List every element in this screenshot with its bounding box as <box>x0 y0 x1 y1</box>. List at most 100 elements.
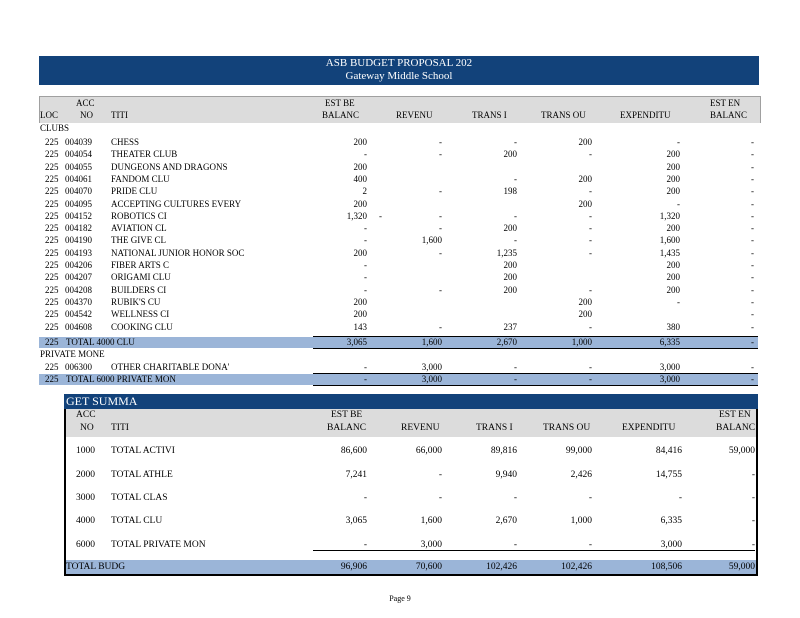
row-exp: 1,320 <box>659 210 680 221</box>
row-exp: 200 <box>666 186 681 197</box>
row-tout: 200 <box>578 198 593 209</box>
summary-total-rule <box>313 550 755 551</box>
row-end: - <box>751 272 754 283</box>
summary-total-tin: 102,426 <box>486 562 517 572</box>
header-est-beg-bottom: BALANC <box>322 110 360 120</box>
header-revenue: REVENU <box>396 110 433 120</box>
summary-header-est-end-bottom: BALANC <box>716 423 756 433</box>
summary-row-acct: 3000 <box>76 493 95 503</box>
row-loc: 225 <box>45 149 59 160</box>
row-exp: 3,000 <box>659 374 680 384</box>
summary-row-tin: - <box>513 493 517 503</box>
row-loc: 225 <box>45 173 59 184</box>
row-end: - <box>751 321 754 332</box>
summary-row-acct: 6000 <box>76 540 95 550</box>
row-title: THEATER CLUB <box>111 149 178 160</box>
row-exp: - <box>677 296 680 307</box>
row-tin: 200 <box>503 260 518 270</box>
row-acct: 004208 <box>65 284 92 295</box>
row-acct: 004190 <box>65 235 92 246</box>
row-acct: 004608 <box>65 321 92 332</box>
summary-row-beg: 7,241 <box>345 470 367 480</box>
row-title: BUILDERS CI <box>111 284 167 295</box>
row-rev: - <box>439 321 442 332</box>
row-acct: 004182 <box>65 223 92 234</box>
row-title: THE GIVE CL <box>111 235 166 246</box>
row-rev: 1,600 <box>421 337 442 347</box>
summary-row-acct: 2000 <box>76 470 95 480</box>
row-end: - <box>751 374 754 384</box>
row-loc: 225 <box>45 161 59 172</box>
row-end: - <box>751 173 754 184</box>
row-tout: - <box>589 247 592 258</box>
header-title: TITI <box>111 110 128 120</box>
summary-total-end: 59,000 <box>728 562 755 572</box>
row-beg: - <box>364 235 367 246</box>
header-loc: LOC <box>40 110 58 120</box>
row-tin: 200 <box>503 284 518 295</box>
row-loc: 225 <box>45 210 59 221</box>
row-exp: 200 <box>666 260 681 270</box>
summary-row-rev: 1,600 <box>420 516 442 526</box>
row-beg: - <box>364 272 367 283</box>
row-exp: 6,335 <box>659 337 680 347</box>
clubs-section-label: CLUBS <box>40 123 70 133</box>
row-beg: 200 <box>353 198 368 209</box>
row-tout: 200 <box>578 137 593 147</box>
header-expenditure: EXPENDITU <box>620 110 671 120</box>
header-est-end-bottom: BALANC <box>710 110 748 120</box>
row-end: - <box>751 149 754 160</box>
row-acct: 004206 <box>65 260 92 270</box>
row-tin: - <box>514 137 517 147</box>
row-exp: 1,600 <box>659 235 680 246</box>
row-tout: - <box>589 223 592 234</box>
row-end: - <box>751 210 754 221</box>
row-tin: 198 <box>503 186 518 197</box>
row-end: - <box>751 137 754 147</box>
summary-row-exp: 14,755 <box>655 470 682 480</box>
row-acct: 004207 <box>65 272 92 283</box>
total-rule-bottom <box>313 348 758 349</box>
row-acct: 004054 <box>65 149 92 160</box>
row-beg: - <box>364 284 367 295</box>
row-tout: - <box>589 186 592 197</box>
summary-row-title: TOTAL ACTIVI <box>111 446 175 456</box>
row-exp: 380 <box>666 321 681 332</box>
summary-row-tout: 1,000 <box>570 516 592 526</box>
row-acct: 004095 <box>65 198 92 209</box>
row-tout: - <box>589 321 592 332</box>
row-tin: 200 <box>503 223 518 234</box>
row-rev: - <box>439 210 442 221</box>
summary-row-acct: 4000 <box>76 516 95 526</box>
row-rev: - <box>439 149 442 160</box>
row-end: - <box>751 284 754 295</box>
row-tin: - <box>514 362 517 372</box>
row-rev: 1,600 <box>421 235 442 246</box>
row-loc: 225 <box>45 198 59 209</box>
summary-row-rev: 66,000 <box>415 446 442 456</box>
summary-row-title: TOTAL ATHLE <box>111 470 173 480</box>
row-title: COOKING CLU <box>111 321 173 332</box>
row-end: - <box>751 223 754 234</box>
row-acct: 004370 <box>65 296 92 307</box>
summary-header-revenue: REVENU <box>401 423 440 433</box>
row-title: ACCEPTING CULTURES EVERY <box>111 198 242 209</box>
summary-row-beg: 3,065 <box>345 516 367 526</box>
row-tin: 2,670 <box>496 337 517 347</box>
row-tout: 200 <box>578 173 593 184</box>
row-acct: 006300 <box>65 362 92 372</box>
summary-row-acct: 1000 <box>76 446 95 456</box>
row-title: PRIDE CLU <box>111 186 158 197</box>
row-end: - <box>751 161 754 172</box>
row-beg: 200 <box>353 161 368 172</box>
summary-row-end: - <box>751 493 755 503</box>
private-total-rule-bottom <box>313 385 758 386</box>
row-tin: - <box>514 210 517 221</box>
row-rev: 3,000 <box>421 374 442 384</box>
row-tin: 200 <box>503 149 518 160</box>
header-trans-in: TRANS I <box>472 110 507 120</box>
row-title: TOTAL 4000 CLU <box>66 337 135 347</box>
row-exp: 200 <box>666 284 681 295</box>
row-tout: - <box>589 284 592 295</box>
summary-row-tout: 2,426 <box>570 470 592 480</box>
